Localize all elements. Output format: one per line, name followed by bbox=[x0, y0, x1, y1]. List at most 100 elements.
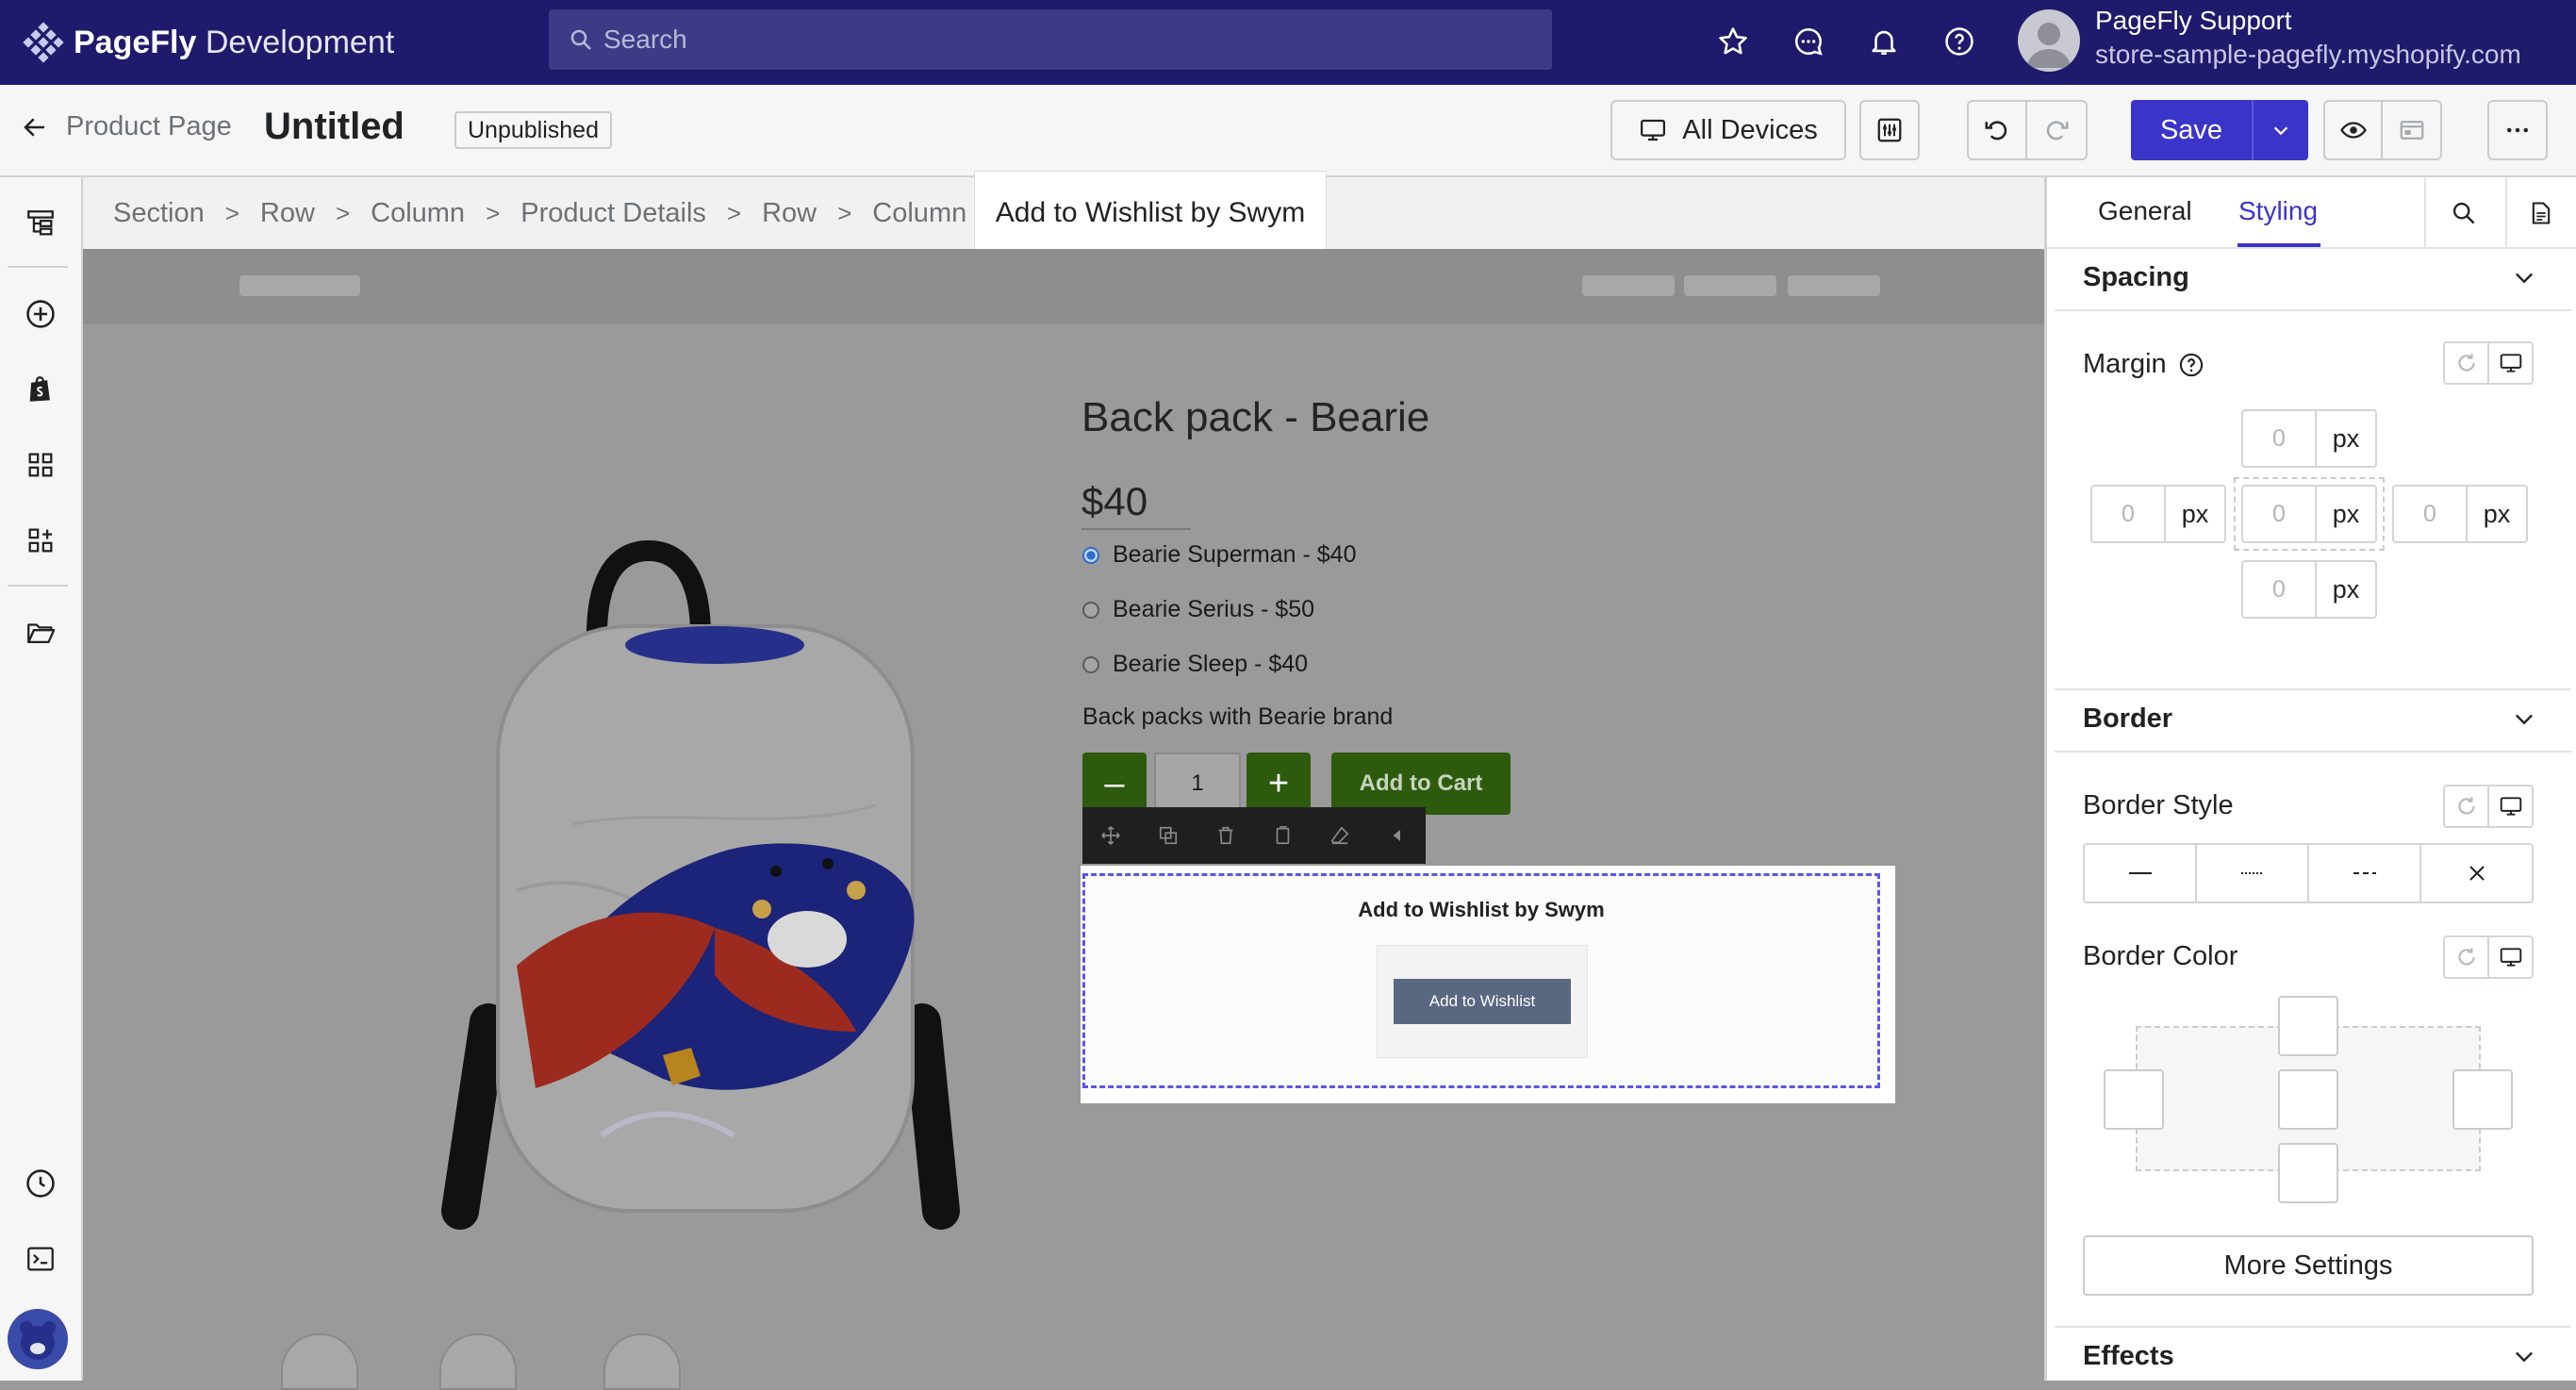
breadcrumb-item-row[interactable]: Row bbox=[260, 198, 315, 229]
help-icon[interactable] bbox=[1939, 21, 1980, 62]
shopify-bag-icon[interactable] bbox=[19, 368, 62, 411]
chevron-down-icon[interactable] bbox=[2511, 1343, 2537, 1369]
variant-option[interactable]: Bearie Sleep - $40 bbox=[1082, 651, 1308, 678]
device-select[interactable]: All Devices bbox=[1610, 100, 1846, 160]
border-solid-icon[interactable] bbox=[2085, 845, 2195, 902]
undo-icon[interactable] bbox=[1969, 102, 2027, 158]
save-options-chevron-down-icon[interactable] bbox=[2252, 100, 2308, 160]
breadcrumb-item-column[interactable]: Column bbox=[872, 198, 966, 229]
history-group bbox=[1967, 100, 2088, 160]
more-options-button[interactable] bbox=[2487, 100, 2548, 160]
move-icon[interactable] bbox=[1082, 807, 1140, 864]
user-name[interactable]: PageFly Support bbox=[2095, 6, 2292, 36]
variant-option[interactable]: Bearie Serius - $50 bbox=[1082, 596, 1314, 623]
section-heading-border[interactable]: Border bbox=[2083, 703, 2172, 735]
border-none-x-icon[interactable] bbox=[2419, 845, 2532, 902]
redo-icon[interactable] bbox=[2027, 102, 2086, 158]
quantity-increase-button[interactable]: + bbox=[1247, 753, 1311, 815]
layout-settings-button[interactable] bbox=[1859, 100, 1920, 160]
border-color-left-swatch[interactable] bbox=[2104, 1069, 2164, 1130]
add-to-cart-button[interactable]: Add to Cart bbox=[1331, 753, 1511, 815]
border-color-bottom-swatch[interactable] bbox=[2278, 1143, 2338, 1203]
status-badge: Unpublished bbox=[454, 111, 612, 149]
chevron-down-icon[interactable] bbox=[2511, 264, 2537, 290]
section-heading-spacing[interactable]: Spacing bbox=[2083, 262, 2189, 293]
margin-top-input[interactable]: 0 px bbox=[2241, 409, 2377, 468]
border-dashed-icon[interactable] bbox=[2307, 845, 2419, 902]
add-element-icon[interactable] bbox=[19, 292, 62, 336]
quantity-decrease-button[interactable]: – bbox=[1082, 753, 1147, 815]
caret-left-icon[interactable] bbox=[1368, 807, 1426, 864]
duplicate-icon[interactable] bbox=[1140, 807, 1197, 864]
editor-canvas[interactable] bbox=[83, 249, 2044, 1390]
margin-left-input[interactable]: 0 px bbox=[2090, 485, 2226, 543]
user-store[interactable]: store-sample-pagefly.myshopify.com bbox=[2095, 40, 2521, 70]
clock-history-icon[interactable] bbox=[19, 1162, 62, 1205]
margin-right-value[interactable]: 0 bbox=[2394, 487, 2468, 541]
border-color-all-swatch[interactable] bbox=[2278, 1069, 2338, 1130]
thumbnail[interactable] bbox=[439, 1333, 517, 1390]
margin-bottom-value[interactable]: 0 bbox=[2243, 562, 2317, 617]
layers-tree-icon[interactable] bbox=[19, 202, 62, 245]
margin-all-input[interactable]: 0 px bbox=[2241, 485, 2377, 543]
border-color-top-swatch[interactable] bbox=[2278, 996, 2338, 1056]
variant-option[interactable]: Bearie Superman - $40 bbox=[1082, 541, 1356, 569]
trash-icon[interactable] bbox=[1197, 807, 1254, 864]
reset-icon[interactable] bbox=[2445, 786, 2487, 826]
clear-style-eraser-icon[interactable] bbox=[1312, 807, 1369, 864]
search-icon[interactable] bbox=[2451, 200, 2477, 226]
search-placeholder: Search bbox=[603, 25, 687, 54]
section-heading-effects[interactable]: Effects bbox=[2083, 1341, 2174, 1372]
radio-icon[interactable] bbox=[1082, 655, 1099, 673]
back-link[interactable]: Product Page bbox=[21, 111, 232, 142]
folder-open-icon[interactable] bbox=[19, 611, 62, 654]
save-button[interactable]: Save bbox=[2131, 100, 2252, 160]
eye-icon[interactable] bbox=[2325, 102, 2384, 158]
margin-left-value[interactable]: 0 bbox=[2092, 487, 2166, 541]
radio-selected-icon[interactable] bbox=[1082, 546, 1099, 564]
thumbnail[interactable] bbox=[281, 1333, 358, 1390]
chevron-down-icon[interactable] bbox=[2511, 705, 2537, 732]
tab-styling[interactable]: Styling bbox=[2238, 196, 2318, 226]
tab-general[interactable]: General bbox=[2098, 196, 2192, 226]
margin-all-value[interactable]: 0 bbox=[2243, 487, 2317, 541]
desktop-icon[interactable] bbox=[2487, 343, 2532, 383]
product-image[interactable] bbox=[356, 494, 1054, 1267]
reset-icon[interactable] bbox=[2445, 937, 2487, 977]
price-divider bbox=[1082, 528, 1191, 530]
reset-icon[interactable] bbox=[2445, 343, 2487, 383]
breadcrumb-item-active[interactable]: Add to Wishlist by Swym bbox=[975, 172, 1326, 255]
help-circle-icon[interactable] bbox=[2178, 352, 2204, 378]
search-input[interactable]: Search bbox=[549, 9, 1552, 70]
desktop-icon[interactable] bbox=[2487, 786, 2532, 826]
apps-grid-icon[interactable] bbox=[19, 443, 62, 487]
margin-right-input[interactable]: 0 px bbox=[2392, 485, 2528, 543]
add-to-wishlist-button[interactable]: Add to Wishlist bbox=[1394, 979, 1571, 1024]
live-view-icon[interactable] bbox=[2383, 102, 2440, 158]
breadcrumb-item-product-details[interactable]: Product Details bbox=[520, 198, 706, 229]
chat-icon[interactable] bbox=[1788, 21, 1829, 62]
more-settings-button[interactable]: More Settings bbox=[2083, 1235, 2534, 1296]
variant-label: Bearie Sleep - $40 bbox=[1113, 651, 1309, 677]
desktop-icon[interactable] bbox=[2487, 937, 2532, 977]
bell-icon[interactable] bbox=[1863, 21, 1905, 62]
page-settings-icon[interactable] bbox=[2528, 200, 2554, 226]
page-title[interactable]: Untitled bbox=[264, 106, 405, 148]
border-color-right-swatch[interactable] bbox=[2452, 1069, 2513, 1130]
bearie-avatar-icon[interactable] bbox=[8, 1309, 68, 1369]
margin-bottom-input[interactable]: 0 px bbox=[2241, 560, 2377, 619]
copy-icon[interactable] bbox=[1254, 807, 1312, 864]
avatar[interactable] bbox=[2018, 9, 2080, 72]
thumbnail[interactable] bbox=[603, 1333, 681, 1390]
radio-icon[interactable] bbox=[1082, 601, 1099, 619]
breadcrumb-item-section[interactable]: Section bbox=[113, 198, 205, 229]
margin-top-value[interactable]: 0 bbox=[2243, 411, 2317, 466]
star-icon[interactable] bbox=[1712, 21, 1754, 62]
breadcrumb-item-column[interactable]: Column bbox=[371, 198, 465, 229]
breadcrumb-item-row[interactable]: Row bbox=[762, 198, 817, 229]
terminal-icon[interactable] bbox=[19, 1237, 62, 1281]
border-dotted-icon[interactable] bbox=[2195, 845, 2307, 902]
app-logo[interactable]: PageFly Development bbox=[23, 19, 394, 66]
quantity-input[interactable]: 1 bbox=[1154, 753, 1241, 815]
app-integrations-icon[interactable] bbox=[19, 519, 62, 562]
